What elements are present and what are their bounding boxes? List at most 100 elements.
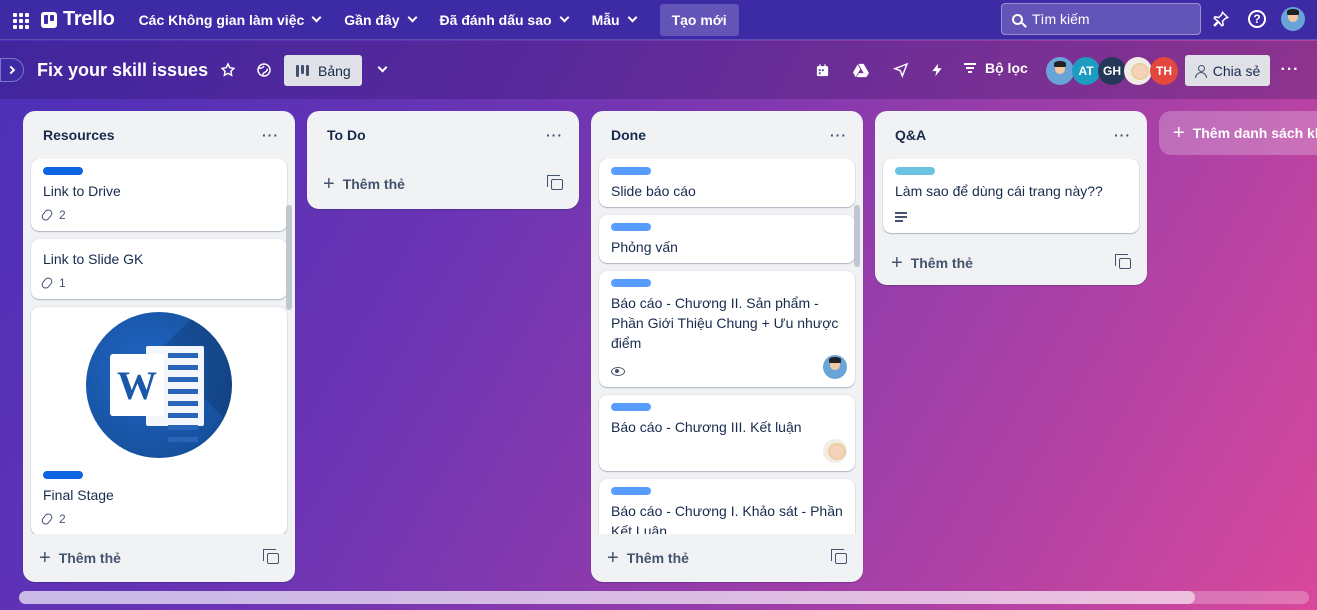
list-menu-icon[interactable]: ··· [262, 127, 279, 143]
add-card-label: Thêm thẻ [58, 550, 121, 566]
board-view-label: Bảng [318, 62, 351, 79]
add-card-button[interactable]: + Thêm thẻ [591, 534, 863, 582]
list-header: Done ··· [591, 111, 863, 159]
list-scrollbar[interactable] [286, 205, 292, 310]
card-title: Làm sao để dùng cái trang này?? [895, 183, 1103, 199]
nav-recent-label: Gần đây [344, 11, 400, 28]
view-switcher-chevron-icon[interactable] [372, 60, 392, 80]
card-title: Báo cáo - Chương II. Sản phẩm - Phần Giớ… [611, 295, 839, 351]
card-title: Báo cáo - Chương III. Kết luận [611, 419, 802, 435]
board-view-button[interactable]: Bảng [284, 55, 362, 86]
more-options-icon[interactable]: ··· [1280, 60, 1300, 80]
card-title: Báo cáo - Chương I. Khảo sát - Phần Kết … [611, 503, 843, 534]
card-container: Làm sao để dùng cái trang này?? [875, 159, 1147, 241]
card-slide-bao-cao[interactable]: Slide báo cáo [599, 159, 855, 207]
card-label[interactable] [611, 487, 651, 495]
list-title[interactable]: Done [611, 127, 646, 143]
search-icon [1012, 13, 1023, 25]
list-menu-icon[interactable]: ··· [1114, 127, 1131, 143]
member-avatar-th[interactable]: TH [1150, 57, 1178, 85]
create-from-template-icon[interactable] [1115, 253, 1131, 269]
create-from-template-icon[interactable] [263, 548, 279, 564]
chevron-down-icon [627, 12, 638, 23]
list-done: Done ··· Slide báo cáo Phỏng vấn Báo cáo… [591, 111, 863, 582]
account-avatar[interactable] [1281, 7, 1305, 31]
attachment-count: 1 [59, 276, 66, 290]
add-card-button[interactable]: + Thêm thẻ [307, 159, 579, 209]
list-menu-icon[interactable]: ··· [830, 127, 847, 143]
card-chuong-i[interactable]: Báo cáo - Chương I. Khảo sát - Phần Kết … [599, 479, 855, 534]
list-title[interactable]: Resources [43, 127, 115, 143]
member-avatar-1[interactable] [1046, 57, 1074, 85]
nav-recent-menu[interactable]: Gần đây [332, 4, 427, 36]
star-icon[interactable] [218, 60, 238, 80]
scrollbar-thumb[interactable] [19, 591, 1195, 604]
card-label[interactable] [611, 279, 651, 287]
attachment-icon [40, 511, 54, 527]
nav-templates-menu[interactable]: Mẫu [580, 4, 648, 36]
member-avatar-at[interactable]: AT [1072, 57, 1100, 85]
share-button[interactable]: Chia sẻ [1185, 55, 1270, 86]
expand-sidebar-button[interactable] [0, 58, 24, 82]
nav-workspaces-menu[interactable]: Các Không gian làm việc [127, 4, 333, 36]
card-label[interactable] [43, 471, 83, 479]
add-card-label: Thêm thẻ [626, 550, 689, 566]
add-card-label: Thêm thẻ [342, 176, 405, 192]
power-ups-rocket-icon[interactable] [891, 60, 911, 80]
member-avatar-anime[interactable] [1124, 57, 1152, 85]
list-to-do: To Do ··· + Thêm thẻ [307, 111, 579, 209]
chevron-down-icon [311, 12, 322, 23]
list-title[interactable]: Q&A [895, 127, 926, 143]
notifications-icon[interactable] [1210, 8, 1232, 30]
nav-starred-menu[interactable]: Đã đánh dấu sao [428, 4, 580, 36]
add-card-button[interactable]: + Thêm thẻ [23, 534, 295, 582]
list-title[interactable]: To Do [327, 127, 366, 143]
top-nav: Trello Các Không gian làm việc Gần đây Đ… [0, 0, 1317, 40]
member-avatar-gh[interactable]: GH [1098, 57, 1126, 85]
plus-icon: + [607, 547, 619, 569]
create-from-template-icon[interactable] [831, 548, 847, 564]
card-link-to-drive[interactable]: Link to Drive 2 [31, 159, 287, 231]
board-title[interactable]: Fix your skill issues [37, 60, 208, 81]
card-member-avatar[interactable] [823, 355, 847, 379]
app-switcher-icon[interactable] [9, 9, 31, 31]
list-scrollbar[interactable] [854, 205, 860, 267]
calendar-icon[interactable] [812, 60, 832, 80]
add-card-button[interactable]: + Thêm thẻ [875, 241, 1147, 285]
card-phong-van[interactable]: Phỏng vấn [599, 215, 855, 263]
card-member-avatar[interactable] [823, 439, 847, 463]
chevron-right-icon [6, 65, 16, 75]
automation-bolt-icon[interactable] [927, 60, 947, 80]
board-horizontal-scrollbar[interactable] [19, 591, 1309, 604]
card-label[interactable] [611, 403, 651, 411]
visibility-globe-icon[interactable] [254, 60, 274, 80]
card-label[interactable] [895, 167, 935, 175]
list-menu-icon[interactable]: ··· [546, 127, 563, 143]
card-label[interactable] [611, 167, 651, 175]
card-label[interactable] [611, 223, 651, 231]
add-list-button[interactable]: + Thêm danh sách khác [1159, 111, 1317, 155]
card-label[interactable] [43, 167, 83, 175]
google-drive-icon[interactable] [851, 60, 871, 80]
help-icon[interactable]: ? [1246, 8, 1268, 30]
watching-eye-icon [611, 366, 625, 376]
card-chuong-ii[interactable]: Báo cáo - Chương II. Sản phẩm - Phần Giớ… [599, 271, 855, 387]
chevron-down-icon [559, 12, 570, 23]
trello-logo[interactable]: Trello [41, 8, 115, 31]
card-title: Link to Slide GK [43, 251, 144, 267]
search-input[interactable]: Tìm kiếm [1001, 3, 1201, 35]
board-header: Fix your skill issues Bảng Bộ lọc AT GH … [0, 41, 1317, 99]
list-qa: Q&A ··· Làm sao để dùng cái trang này?? … [875, 111, 1147, 285]
create-button[interactable]: Tạo mới [659, 3, 739, 36]
card-link-to-slide-gk[interactable]: Link to Slide GK 1 [31, 239, 287, 299]
filter-button[interactable]: Bộ lọc [964, 60, 1028, 76]
attachment-icon [40, 207, 54, 223]
trello-logo-icon [41, 11, 57, 28]
list-header: To Do ··· [307, 111, 579, 159]
nav-templates-label: Mẫu [591, 11, 620, 28]
card-final-stage[interactable]: W Final Stage 2 [31, 307, 287, 534]
plus-icon: + [891, 252, 903, 274]
create-from-template-icon[interactable] [547, 174, 563, 190]
card-chuong-iii[interactable]: Báo cáo - Chương III. Kết luận [599, 395, 855, 471]
card-lam-sao[interactable]: Làm sao để dùng cái trang này?? [883, 159, 1139, 233]
